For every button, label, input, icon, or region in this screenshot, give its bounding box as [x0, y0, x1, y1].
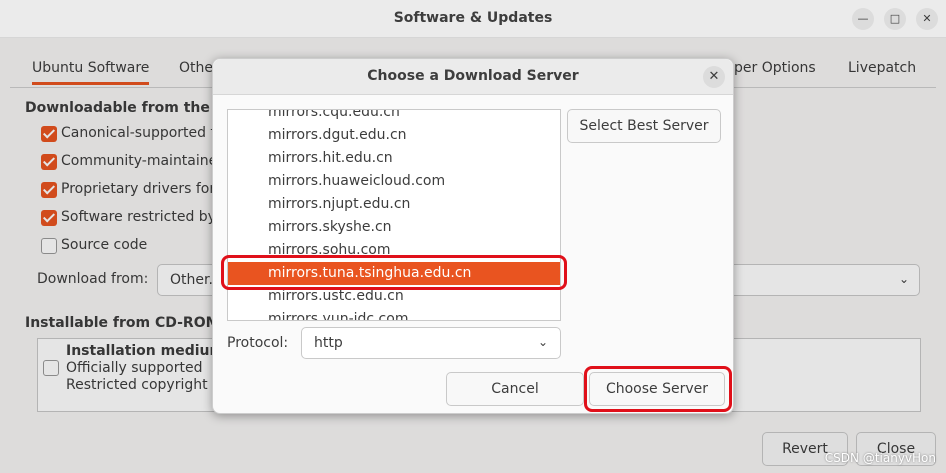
list-item[interactable]: mirrors.dgut.edu.cn	[228, 124, 560, 147]
dialog-title: Choose a Download Server	[367, 68, 579, 84]
dialog-titlebar: Choose a Download Server ✕	[213, 59, 733, 95]
chevron-down-icon: ⌄	[537, 335, 548, 349]
list-item[interactable]: mirrors.hit.edu.cn	[228, 147, 560, 170]
protocol-value: http	[314, 335, 343, 351]
maximize-icon[interactable]: □	[884, 8, 906, 30]
choose-server-dialog: Choose a Download Server ✕ mirrors.cqu.e…	[212, 58, 734, 414]
choose-button-highlight-box	[584, 366, 732, 412]
list-item[interactable]: mirrors.yun-idc.com	[228, 308, 560, 320]
close-icon[interactable]: ✕	[703, 66, 725, 88]
main-titlebar: Software & Updates — □ ✕	[0, 0, 946, 38]
minimize-icon[interactable]: —	[852, 8, 874, 30]
list-item[interactable]: mirrors.cqu.edu.cn	[228, 110, 560, 124]
cancel-button[interactable]: Cancel	[446, 372, 584, 406]
list-item[interactable]: mirrors.skyshe.cn	[228, 216, 560, 239]
close-icon[interactable]: ✕	[916, 8, 938, 30]
watermark: CSDN @tianyvHon	[824, 451, 936, 465]
selected-row-highlight-box	[221, 255, 567, 290]
window-title: Software & Updates	[393, 10, 553, 26]
select-best-server-button[interactable]: Select Best Server	[567, 109, 721, 143]
protocol-label: Protocol:	[227, 335, 289, 351]
protocol-select[interactable]: http ⌄	[301, 327, 561, 359]
list-item[interactable]: mirrors.huaweicloud.com	[228, 170, 560, 193]
list-item[interactable]: mirrors.njupt.edu.cn	[228, 193, 560, 216]
